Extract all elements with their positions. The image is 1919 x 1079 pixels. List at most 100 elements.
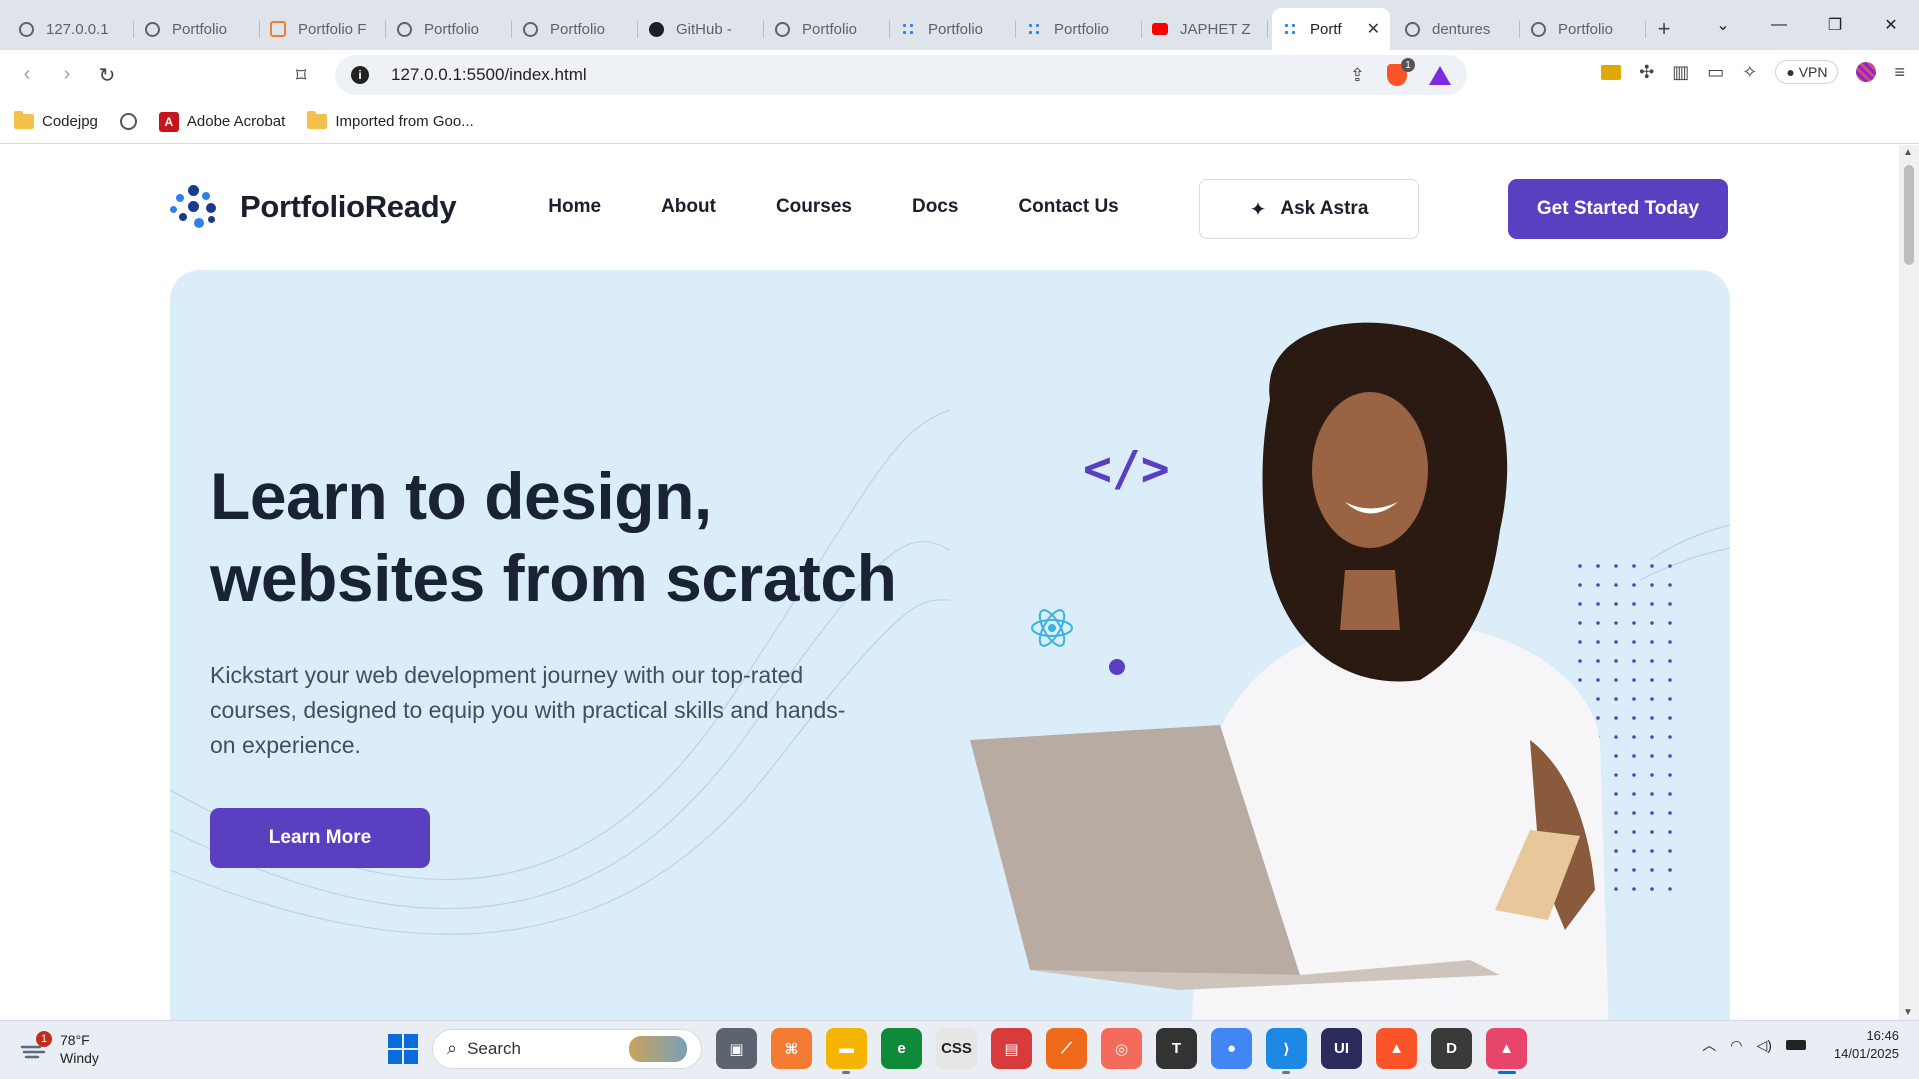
nav-link-courses[interactable]: Courses xyxy=(776,196,852,218)
nav-link-contact-us[interactable]: Contact Us xyxy=(1018,196,1118,218)
battery-icon[interactable] xyxy=(1785,1040,1806,1050)
tab-label: Portfolio xyxy=(424,20,480,38)
page-scrollbar[interactable]: ▲ ▼ xyxy=(1899,145,1919,1020)
tab-label: JAPHET Z xyxy=(1180,20,1251,38)
uizard-icon[interactable]: UI xyxy=(1321,1028,1362,1069)
window-controls: ⌄ — ❐ ✕ xyxy=(1695,0,1919,50)
profile-avatar[interactable] xyxy=(1856,62,1877,82)
nav-link-docs[interactable]: Docs xyxy=(912,196,958,218)
nav-link-home[interactable]: Home xyxy=(548,196,601,218)
clock-time: 16:46 xyxy=(1866,1028,1899,1043)
grid-dot xyxy=(1632,849,1636,853)
browser-tab[interactable]: Portf ✕ xyxy=(1272,8,1390,50)
bookmark-item[interactable]: Imported from Goo... xyxy=(307,111,474,130)
browser-tab[interactable]: Portfolio xyxy=(1016,8,1142,50)
grid-dot xyxy=(1650,773,1654,777)
ask-astra-button[interactable]: ✦ Ask Astra xyxy=(1199,179,1419,239)
browser-tab[interactable]: GitHub - xyxy=(638,8,764,50)
ring-app-icon[interactable]: ◎ xyxy=(1101,1028,1142,1069)
wallet-icon[interactable]: ▭ xyxy=(1707,62,1724,83)
bookmark-icon[interactable]: ⌑ xyxy=(296,63,306,88)
vscode-icon[interactable]: ⟩ xyxy=(1266,1028,1307,1074)
browser-tab[interactable]: dentures xyxy=(1394,8,1520,50)
leo-ai-icon[interactable]: ✧ xyxy=(1742,62,1757,83)
minimize-icon[interactable]: — xyxy=(1751,16,1807,34)
brave-shields-icon[interactable]: 1 xyxy=(1387,58,1415,86)
menu-icon[interactable]: ≡ xyxy=(1894,62,1905,83)
weather-widget[interactable]: 1 78°F Windy xyxy=(20,1031,99,1067)
site-info-icon[interactable]: i xyxy=(351,66,369,84)
share-icon[interactable]: ⇪ xyxy=(1350,65,1365,86)
close-window-icon[interactable]: ✕ xyxy=(1863,15,1919,35)
grid-dot xyxy=(1578,602,1582,606)
dreamweaver-icon[interactable]: D xyxy=(1431,1028,1472,1069)
sidebar-icon[interactable]: ▥ xyxy=(1672,62,1689,83)
css-icon[interactable]: CSS xyxy=(936,1028,977,1069)
task-view-icon[interactable]: ▣ xyxy=(716,1028,757,1069)
forward-icon[interactable]: › xyxy=(48,63,86,88)
reload-icon[interactable]: ↻ xyxy=(88,63,126,88)
typora-icon[interactable]: T xyxy=(1156,1028,1197,1069)
browser-tab[interactable]: Portfolio xyxy=(134,8,260,50)
chrome-icon[interactable]: ● xyxy=(1211,1028,1252,1069)
restore-icon[interactable]: ❐ xyxy=(1807,15,1863,35)
xampp-icon[interactable]: ⌘ xyxy=(771,1028,812,1069)
close-tab-icon[interactable]: ✕ xyxy=(1367,19,1380,39)
browser-tab[interactable]: Portfolio xyxy=(386,8,512,50)
hero-heading: Learn to design, websites from scratch xyxy=(210,455,930,619)
search-highlight-icon xyxy=(629,1035,687,1062)
back-icon[interactable]: ‹ xyxy=(8,63,46,88)
bookmark-item[interactable]: A Adobe Acrobat xyxy=(158,111,285,132)
vpn-label: VPN xyxy=(1798,64,1828,80)
show-hidden-icons[interactable]: ︿ xyxy=(1702,1035,1716,1055)
scroll-up-icon[interactable]: ▲ xyxy=(1903,147,1913,158)
windows-start-icon[interactable] xyxy=(388,1033,418,1064)
bookmark-item[interactable]: Codejpg xyxy=(14,111,98,130)
grid-dot xyxy=(1596,678,1600,682)
wifi-icon[interactable]: ◠ xyxy=(1730,1037,1742,1054)
puzzle-extensions-icon[interactable]: ✣ xyxy=(1639,62,1654,83)
browser-tab[interactable]: 127.0.0.1 xyxy=(8,8,134,50)
grid-dot xyxy=(1668,697,1672,701)
brave-icon[interactable]: ▲ xyxy=(1376,1028,1417,1069)
tab-label: Portfolio xyxy=(802,20,858,38)
grid-dot xyxy=(1668,564,1672,568)
grid-dot xyxy=(1668,621,1672,625)
grid-dot xyxy=(1632,811,1636,815)
taskbar-search[interactable]: ⌕ Search xyxy=(432,1028,702,1069)
store-icon[interactable]: ▤ xyxy=(991,1028,1032,1069)
browser-tab[interactable]: Portfolio xyxy=(890,8,1016,50)
grid-dot xyxy=(1650,602,1654,606)
grid-dot xyxy=(1614,621,1618,625)
wallet-extension-icon[interactable] xyxy=(1601,64,1622,80)
tab-label: Portf xyxy=(1310,20,1342,38)
tab-label: Portfolio xyxy=(1054,20,1110,38)
brand-logo[interactable]: PortfolioReady xyxy=(170,185,457,229)
brave-rewards-icon[interactable] xyxy=(1429,65,1451,85)
bookmark-item[interactable] xyxy=(119,113,137,130)
browser-tab[interactable]: Portfolio xyxy=(1520,8,1646,50)
new-tab-button[interactable]: + xyxy=(1646,8,1682,50)
edge-green-icon[interactable]: e xyxy=(881,1028,922,1069)
orange-app-icon[interactable]: ⟋ xyxy=(1046,1028,1087,1069)
url-text: 127.0.0.1:5500/index.html xyxy=(391,65,587,84)
address-bar[interactable]: i 127.0.0.1:5500/index.html ⇪ 1 xyxy=(335,55,1467,95)
browser-tab[interactable]: Portfolio F xyxy=(260,8,386,50)
browser-tab[interactable]: JAPHET Z xyxy=(1142,8,1268,50)
scrollbar-thumb[interactable] xyxy=(1904,165,1914,265)
clock[interactable]: 16:46 14/01/2025 xyxy=(1834,1027,1899,1063)
weather-desc: Windy xyxy=(60,1050,99,1066)
browser-tab[interactable]: Portfolio xyxy=(764,8,890,50)
portfolioready-icon xyxy=(1026,21,1042,37)
volume-icon[interactable]: ◁) xyxy=(1756,1037,1771,1054)
browser-tab[interactable]: Portfolio xyxy=(512,8,638,50)
brave-nightly-icon[interactable]: ▲ xyxy=(1486,1028,1527,1074)
learn-more-button[interactable]: Learn More xyxy=(210,808,430,868)
page-viewport: PortfolioReady Home About Courses Docs Conta… xyxy=(0,145,1899,1020)
tab-search-icon[interactable]: ⌄ xyxy=(1695,15,1751,35)
nav-link-about[interactable]: About xyxy=(661,196,716,218)
vpn-button[interactable]: ● VPN xyxy=(1775,60,1839,84)
file-explorer-icon[interactable]: ▬ xyxy=(826,1028,867,1074)
get-started-button[interactable]: Get Started Today xyxy=(1508,179,1728,239)
scroll-down-icon[interactable]: ▼ xyxy=(1903,1007,1913,1018)
